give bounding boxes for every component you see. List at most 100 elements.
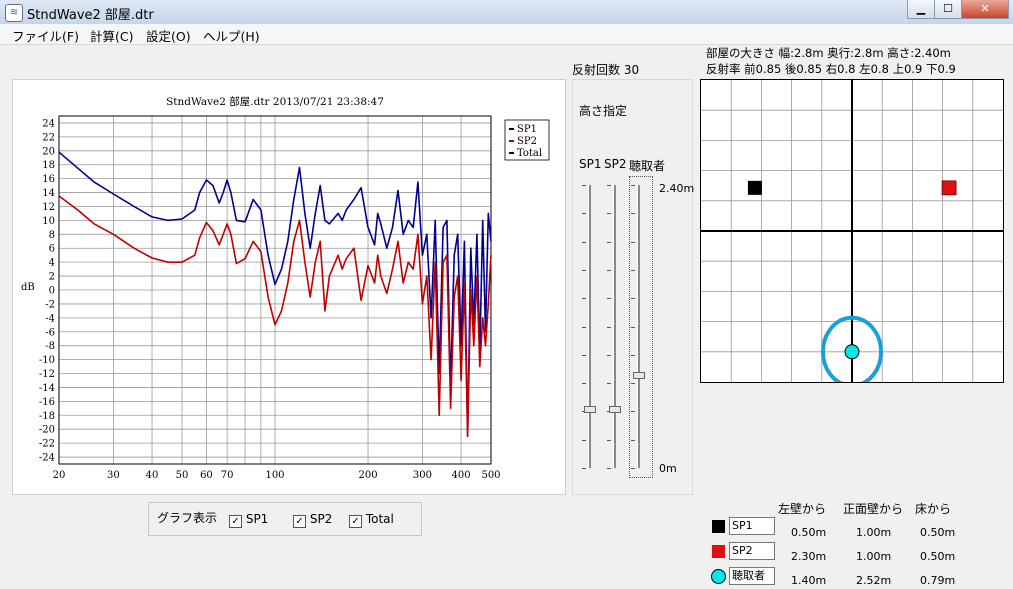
y-tick-label: -16 [39,397,55,408]
legend-label: Total [517,148,542,159]
checkbox-sp2-label: SP2 [309,512,333,526]
slider-tick [582,185,586,186]
room-size-text: 部屋の大きさ 幅:2.8m 奥行:2.8m 高さ:2.40m [706,46,951,60]
height-slider-panel: 高さ指定 SP1 SP2 聴取者 2.40m 0m [572,79,695,495]
header-from-floor: 床から [915,502,952,516]
minimize-button[interactable]: ▁ [907,0,935,19]
y-tick-label: 20 [42,146,55,157]
slider-tick [582,439,586,441]
slider-label-sp2: SP2 [604,157,627,171]
x-tick-label: 500 [481,470,500,481]
checkbox-sp1[interactable]: ✓ SP1 [229,512,268,528]
slider-tick [582,468,586,469]
slider-tick [582,383,586,385]
slider-tick [582,354,586,356]
title-bar: ≋ StndWave2 部屋.dtr ▁ ☐ ✕ [0,0,1013,25]
y-tick-label: 18 [42,160,55,171]
x-tick-label: 60 [200,470,213,481]
y-tick-label: -4 [45,313,55,324]
slider-tick [607,241,611,243]
slider-track-1[interactable] [613,185,616,468]
y-tick-label: -10 [39,355,55,366]
menu-bar: ファイル(F) 計算(C) 設定(O) ヘルプ(H) [0,24,1013,45]
reflection-count: 反射回数 30 [572,63,640,77]
sp1-name-field[interactable]: SP1 [729,517,775,535]
x-tick-label: 70 [221,470,234,481]
sp2-name-field[interactable]: SP2 [729,542,775,560]
slider-tick [607,269,611,271]
x-tick-label: 30 [107,470,120,481]
height-spec-label: 高さ指定 [579,104,628,118]
listener-marker [844,344,860,360]
graph-display-group: グラフ表示 ✓ SP1 ✓ SP2 ✓ Total [148,502,422,536]
slider-thumb-1[interactable] [609,406,621,414]
sp2-marker [941,180,957,196]
sp2-left-value: 2.30m [791,550,827,563]
slider-track-0[interactable] [588,185,591,468]
chart-title: StndWave2 部屋.dtr 2013/07/21 23:38:47 [166,95,384,108]
checkbox-total-label: Total [365,512,394,526]
slider-label-sp1: SP1 [579,157,602,171]
y-tick-label: 22 [42,132,55,143]
x-tick-label: 50 [176,470,189,481]
checkbox-sp1-box[interactable]: ✓ [229,515,242,528]
slider-min-label: 0m [659,462,677,475]
checkbox-total-box[interactable]: ✓ [349,515,362,528]
y-tick-label: 0 [49,286,55,297]
checkbox-sp1-label: SP1 [245,512,269,526]
slider-tick [607,326,611,328]
legend-label: SP1 [517,124,537,135]
y-tick-label: 6 [49,244,55,255]
menu-file[interactable]: ファイル(F) [12,26,79,45]
app-icon[interactable]: ≋ [5,4,23,22]
y-tick-label: -22 [39,439,55,450]
sp2-front-value: 1.00m [856,550,892,563]
checkbox-sp2-box[interactable]: ✓ [293,515,306,528]
y-axis-label: dB [21,282,35,293]
sp1-left-value: 0.50m [791,526,827,539]
slider-tick [607,185,611,186]
listener-name-field[interactable]: 聴取者 [729,567,775,585]
x-tick-label: 400 [452,470,471,481]
close-button[interactable]: ✕ [961,0,1009,19]
x-tick-label: 200 [358,470,377,481]
checkbox-sp2[interactable]: ✓ SP2 [293,512,332,528]
slider-tick [582,213,586,215]
sp2-floor-value: 0.50m [920,550,956,563]
x-tick-label: 40 [146,470,159,481]
sp1-floor-value: 0.50m [920,526,956,539]
menu-help[interactable]: ヘルプ(H) [203,26,260,45]
slider-tick [607,383,611,385]
chart-svg: StndWave2 部屋.dtr 2013/07/21 23:38:472422… [21,95,550,481]
slider-tick [582,269,586,271]
slider-tick [607,439,611,441]
y-tick-label: -14 [39,383,55,394]
slider-tick [607,298,611,300]
slider-max-label: 2.40m [659,182,695,195]
y-tick-label: -2 [45,299,55,310]
y-tick-label: -8 [45,341,55,352]
legend-label: SP2 [517,136,537,147]
slider-tick [607,354,611,356]
frequency-response-chart: StndWave2 部屋.dtr 2013/07/21 23:38:47 24 22… [12,79,566,495]
slider-tick [607,468,611,469]
sp2-swatch [712,545,725,558]
x-tick-label: 20 [53,470,66,481]
slider-thumb-0[interactable] [584,406,596,414]
y-tick-label: 8 [49,230,55,241]
room-layout-map [700,79,1004,388]
slider-tick [582,241,586,243]
menu-calc[interactable]: 計算(C) [90,26,133,45]
listener-swatch [711,569,726,584]
menu-settings[interactable]: 設定(O) [146,26,191,45]
minimize-icon: ▁ [916,2,926,15]
checkbox-total[interactable]: ✓ Total [349,512,394,528]
reflectance-text: 反射率 前0.85 後0.85 右0.8 左0.8 上0.9 下0.9 [706,62,956,76]
x-tick-label: 100 [265,470,284,481]
slider-tick [582,298,586,300]
sp1-swatch [712,520,725,533]
header-from-front-wall: 正面壁から [843,502,904,516]
y-tick-label: 12 [42,202,55,213]
y-tick-label: -24 [39,453,55,464]
maximize-button[interactable]: ☐ [934,0,962,19]
